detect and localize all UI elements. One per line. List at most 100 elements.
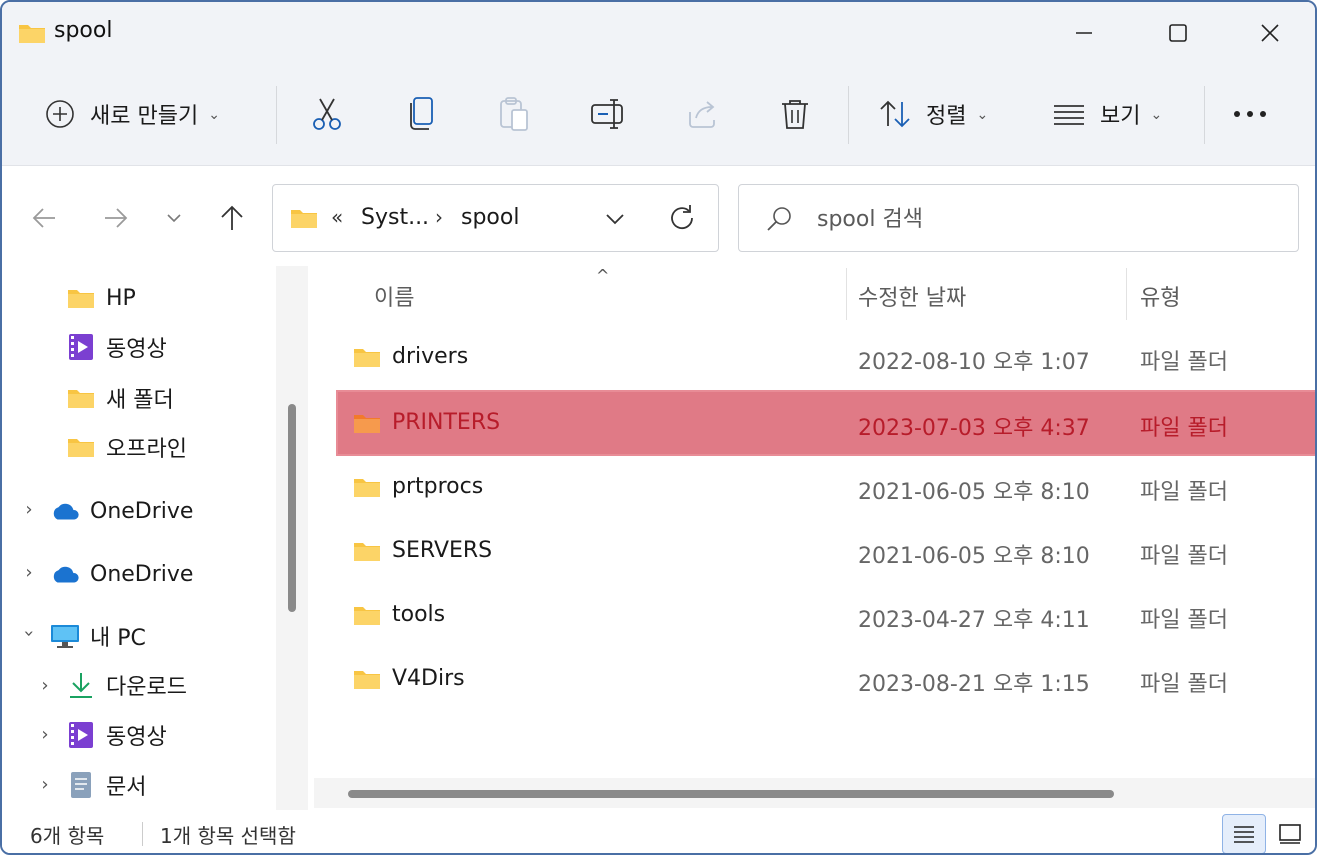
large-icons-view-button[interactable] <box>1268 814 1312 853</box>
cut-button[interactable] <box>310 88 344 140</box>
sidebar-item-label: 내 PC <box>90 626 146 651</box>
sidebar-item-hp[interactable]: HP <box>66 278 136 318</box>
rename-button[interactable] <box>590 88 626 140</box>
folder-icon <box>66 432 96 462</box>
column-divider[interactable] <box>1126 268 1127 320</box>
forward-button[interactable] <box>96 200 136 236</box>
file-list: ^ 이름 수정한 날짜 유형 drivers 2022-08-10 오후 1:0… <box>308 266 1315 810</box>
sidebar-scrollbar-thumb[interactable] <box>288 404 296 612</box>
sidebar-item-label: 오프라인 <box>106 437 187 462</box>
file-explorer-window: spool 새로 만들기 ⌄ 정렬 ⌄ 보기 ⌄ « Syst... › spo… <box>0 0 1317 855</box>
back-button[interactable] <box>24 200 64 236</box>
expand-chevron-icon[interactable]: › <box>35 724 55 745</box>
chevron-down-icon: ⌄ <box>976 107 989 123</box>
paste-icon <box>500 97 528 131</box>
sort-arrows-icon <box>880 100 910 128</box>
column-divider[interactable] <box>846 268 847 320</box>
chevron-down-icon: ⌄ <box>208 107 220 123</box>
refresh-icon <box>671 205 693 230</box>
folder-icon <box>289 207 319 233</box>
chevron-down-icon <box>606 214 624 225</box>
recent-locations-button[interactable] <box>154 200 194 236</box>
delete-button[interactable] <box>780 88 810 140</box>
new-button[interactable]: 새로 만들기 ⌄ <box>44 88 220 140</box>
column-header-type[interactable]: 유형 <box>1140 280 1180 312</box>
selection-count: 1개 항목 선택함 <box>160 824 296 848</box>
sidebar-item-onedrive[interactable]: OneDrive <box>50 554 193 594</box>
list-item-selected[interactable]: PRINTERS 2023-07-03 오후 4:37 파일 폴더 <box>336 390 1315 456</box>
toolbar-divider <box>848 86 849 144</box>
sidebar-item-new-folder[interactable]: 새 폴더 <box>66 378 174 418</box>
file-name: SERVERS <box>392 538 493 563</box>
folder-icon <box>66 283 96 313</box>
sidebar-item-offline[interactable]: 오프라인 <box>66 427 187 467</box>
navigation-row: « Syst... › spool <box>2 166 1315 266</box>
folder-icon <box>66 383 96 413</box>
sidebar-item-videos[interactable]: 동영상 <box>66 327 167 367</box>
details-view-button[interactable] <box>1222 814 1266 853</box>
breadcrumb-spool[interactable]: spool <box>461 205 519 230</box>
list-item[interactable]: drivers 2022-08-10 오후 1:07 파일 폴더 <box>338 330 1315 390</box>
copy-button[interactable] <box>406 88 436 140</box>
folder-icon <box>352 476 382 502</box>
sidebar-item-this-pc[interactable]: 내 PC <box>50 616 146 656</box>
maximize-icon <box>1169 24 1187 42</box>
maximize-button[interactable] <box>1148 12 1208 54</box>
folder-icon <box>352 668 382 694</box>
list-item[interactable]: tools 2023-04-27 오후 4:11 파일 폴더 <box>338 588 1315 648</box>
overflow-chevron[interactable]: « <box>331 205 343 229</box>
expand-chevron-icon[interactable]: › <box>19 499 39 520</box>
sidebar-item-videos-pc[interactable]: 동영상 <box>66 715 167 755</box>
share-button[interactable] <box>686 88 718 140</box>
expand-chevron-icon[interactable]: › <box>19 562 39 583</box>
file-date: 2021-06-05 오후 8:10 <box>858 480 1090 505</box>
breadcrumb-system[interactable]: Syst... <box>361 205 429 230</box>
list-item[interactable]: V4Dirs 2023-08-21 오후 1:15 파일 폴더 <box>338 652 1315 712</box>
close-button[interactable] <box>1240 12 1300 54</box>
title-bar: spool <box>2 2 1315 64</box>
sidebar-item-onedrive[interactable]: OneDrive <box>50 491 193 531</box>
cloud-icon <box>50 496 80 526</box>
list-item[interactable]: SERVERS 2021-06-05 오후 8:10 파일 폴더 <box>338 524 1315 584</box>
folder-icon <box>352 604 382 630</box>
search-icon <box>765 205 793 237</box>
sidebar-item-documents[interactable]: 문서 <box>66 765 146 805</box>
file-type: 파일 폴더 <box>1140 480 1228 505</box>
more-dots-icon <box>1234 111 1266 117</box>
list-lines-icon <box>1054 105 1084 125</box>
breadcrumb-separator[interactable]: › <box>435 205 443 229</box>
address-bar[interactable]: « Syst... › spool <box>272 184 719 252</box>
view-button[interactable]: 보기 ⌄ <box>1052 88 1162 140</box>
status-bar: 6개 항목 1개 항목 선택함 <box>2 810 1315 853</box>
paste-button[interactable] <box>498 88 530 140</box>
sort-button[interactable]: 정렬 ⌄ <box>878 88 988 140</box>
sort-button-label: 정렬 <box>926 104 967 129</box>
column-header-date[interactable]: 수정한 날짜 <box>858 280 966 312</box>
refresh-button[interactable] <box>667 203 697 237</box>
folder-icon <box>352 540 382 566</box>
expand-chevron-icon[interactable]: › <box>35 774 55 795</box>
expand-chevron-icon[interactable]: › <box>35 675 55 696</box>
address-history-button[interactable] <box>603 207 627 235</box>
folder-icon <box>18 22 46 48</box>
up-button[interactable] <box>212 200 252 236</box>
file-date: 2022-08-10 오후 1:07 <box>858 350 1090 375</box>
sidebar-item-label: 문서 <box>106 775 147 800</box>
file-date: 2021-06-05 오후 8:10 <box>858 544 1090 569</box>
sidebar-item-label: OneDrive <box>90 561 194 587</box>
file-type: 파일 폴더 <box>1140 544 1228 569</box>
horizontal-scrollbar-thumb[interactable] <box>348 790 1114 798</box>
column-header-name[interactable]: 이름 <box>374 280 414 312</box>
sidebar-item-label: OneDrive <box>90 498 194 524</box>
sort-ascending-icon: ^ <box>596 266 610 285</box>
sidebar-item-downloads[interactable]: 다운로드 <box>66 665 187 705</box>
search-box[interactable] <box>738 184 1299 252</box>
sidebar-item-label: 동영상 <box>106 725 167 750</box>
chevron-down-icon <box>167 214 181 223</box>
tiles-view-icon <box>1279 824 1301 844</box>
collapse-chevron-icon[interactable]: › <box>19 624 40 644</box>
minimize-button[interactable] <box>1054 12 1114 54</box>
more-options-button[interactable] <box>1232 88 1268 140</box>
list-item[interactable]: prtprocs 2021-06-05 오후 8:10 파일 폴더 <box>338 460 1315 520</box>
search-input[interactable] <box>817 203 1257 235</box>
